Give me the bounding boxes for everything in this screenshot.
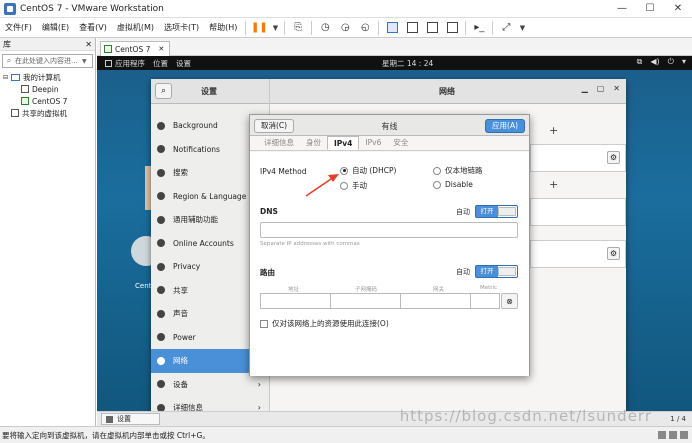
chevron-down-icon[interactable]: ▼ [82,58,92,65]
library-title: 库 [3,40,11,49]
snapshot-manager-icon[interactable]: ◵ [357,20,373,36]
window-title: CentOS 7 - VMware Workstation [20,3,164,14]
library-search-placeholder: 在此处键入内容进... [15,57,78,65]
search-icon: ⌕ [6,56,12,65]
chevron-down-icon[interactable]: ▼ [518,20,526,36]
tree-item-centos[interactable]: CentOS 7 [3,95,95,107]
taskbar-item-settings[interactable]: 设置 [101,413,160,425]
tab-close-button[interactable]: ✕ [158,45,164,53]
snapshot-icon[interactable]: ◷ [317,20,333,36]
chevron-down-icon[interactable]: ▼ [271,20,279,36]
menu-view[interactable]: 查看(V) [74,22,112,33]
vm-running-icon [104,45,112,53]
guest-screen[interactable]: 应用程序 位置 设置 星期二 14 : 24 ⧉ ◀) ⏻ ▾ CentOS ⌕… [97,56,692,411]
revert-snapshot-icon[interactable]: ◶ [337,20,353,36]
menu-tabs[interactable]: 选项卡(T) [159,22,204,33]
network-adapter-icon[interactable] [669,431,677,439]
library-view-icon[interactable] [384,20,400,36]
toolbar-separator [492,20,494,35]
tree-item-label: 我的计算机 [23,72,61,82]
menu-help[interactable]: 帮助(H) [204,22,242,33]
library-close-button[interactable]: ✕ [85,38,92,51]
vmware-logo-icon [4,2,16,15]
tree-item-label: 共享的虚拟机 [22,108,67,118]
toolbar-separator [311,20,313,35]
thumbnail-view-icon[interactable] [404,20,420,36]
menu-edit[interactable]: 编辑(E) [37,22,74,33]
usb-icon[interactable] [680,431,688,439]
full-screen-icon[interactable] [424,20,440,36]
shared-vm-icon [11,109,19,117]
console-icon[interactable]: ▸_ [471,20,487,36]
hdd-icon[interactable] [658,431,666,439]
collapse-icon[interactable]: ⊟ [3,74,11,81]
settings-icon [106,415,113,423]
toolbar-separator [284,20,286,35]
watermark: https://blog.csdn.net/lsunderr [399,407,652,425]
library-header: 库 ✕ [0,38,95,51]
tab-centos[interactable]: CentOS 7 ✕ [100,41,171,56]
status-bar: 要将输入定向到该虚拟机，请在虚拟机内部单击或按 Ctrl+G。 [0,426,692,443]
library-search-input[interactable]: ⌕ 在此处键入内容进... ▼ [2,54,93,68]
tree-item-label: CentOS 7 [32,96,68,106]
tab-label: CentOS 7 [115,44,151,54]
title-bar: CentOS 7 - VMware Workstation — ☐ ✕ [0,0,692,18]
tree-item-my-computer[interactable]: ⊟ 我的计算机 [3,71,95,83]
tree-item-label: Deepin [32,84,59,94]
status-message: 要将输入定向到该虚拟机，请在虚拟机内部单击或按 Ctrl+G。 [2,430,210,440]
menu-vm[interactable]: 虚拟机(M) [112,22,159,33]
toolbar-separator [245,20,247,35]
close-button[interactable]: ✕ [664,0,692,18]
workspace-indicator[interactable]: 1 / 4 [670,415,686,423]
vm-icon [21,85,29,93]
library-panel: 库 ✕ ⌕ 在此处键入内容进... ▼ ⊟ 我的计算机 Deepin CentO… [0,38,96,426]
tree-item-deepin[interactable]: Deepin [3,83,95,95]
toolbar-separator [378,20,380,35]
tab-strip: CentOS 7 ✕ [97,38,692,56]
send-ctrl-alt-del-icon[interactable]: ⎘ [290,20,306,36]
device-icons [658,431,688,439]
menu-file[interactable]: 文件(F) [0,22,37,33]
tree-item-shared[interactable]: 共享的虚拟机 [3,107,95,119]
window-controls: — ☐ ✕ [608,0,692,18]
pause-icon[interactable]: ❚❚ [251,20,268,36]
toolbar-separator [465,20,467,35]
annotation-arrow [305,174,339,197]
minimize-button[interactable]: — [608,0,636,18]
stretch-view-icon[interactable]: ⤢ [498,20,514,36]
vm-running-icon [21,97,29,105]
library-tree: ⊟ 我的计算机 Deepin CentOS 7 共享的虚拟机 [0,71,95,119]
menu-bar: 文件(F) 编辑(E) 查看(V) 虚拟机(M) 选项卡(T) 帮助(H) ❚❚… [0,18,692,38]
computer-icon [11,73,20,81]
unity-icon[interactable] [444,20,460,36]
maximize-button[interactable]: ☐ [636,0,664,18]
